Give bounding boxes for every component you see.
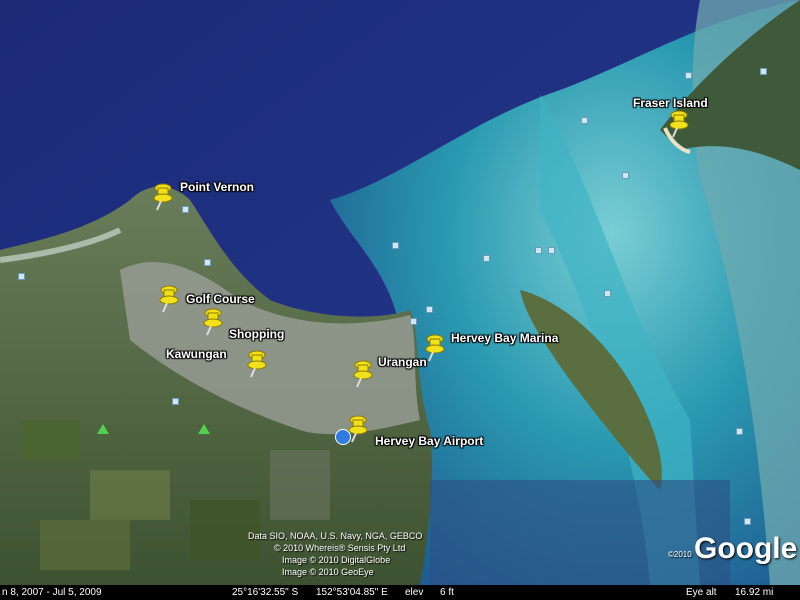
pushpin-icon[interactable] [152, 183, 174, 211]
park-icon [97, 424, 109, 434]
map-marker[interactable] [548, 247, 555, 254]
status-bar: n 8, 2007 - Jul 5, 2009 25°16'32.55" S 1… [0, 585, 800, 600]
pushpin-icon[interactable] [668, 110, 690, 138]
latitude-readout: 25°16'32.55" S [232, 587, 299, 598]
map-marker[interactable] [172, 398, 179, 405]
pushpin-icon[interactable] [246, 350, 268, 378]
map-marker[interactable] [736, 428, 743, 435]
map-marker[interactable] [744, 518, 751, 525]
pushpin-icon[interactable] [202, 308, 224, 336]
map-marker[interactable] [760, 68, 767, 75]
map-marker[interactable] [18, 273, 25, 280]
elevation-value: 6 ft [440, 587, 454, 598]
longitude-readout: 152°53'04.85" E [316, 587, 388, 598]
google-logo: Google [694, 532, 798, 565]
map-marker[interactable] [426, 306, 433, 313]
attribution-line: Data SIO, NOAA, U.S. Navy, NGA, GEBCO [248, 531, 423, 541]
pushpin-icon[interactable] [158, 285, 180, 313]
attribution-line: Image © 2010 GeoEye [282, 567, 374, 577]
map-attribution: Data SIO, NOAA, U.S. Navy, NGA, GEBCO © … [248, 530, 422, 578]
map-marker[interactable] [410, 318, 417, 325]
map-marker[interactable] [685, 72, 692, 79]
place-label-fraser-island[interactable]: Fraser Island [633, 96, 708, 110]
place-label-kawungan[interactable]: Kawungan [166, 347, 227, 361]
place-label-golf-course[interactable]: Golf Course [186, 292, 255, 306]
place-label-hervey-bay-airport[interactable]: Hervey Bay Airport [375, 434, 483, 448]
pushpin-icon[interactable] [424, 334, 446, 362]
eye-altitude-label: Eye alt [686, 587, 717, 598]
park-icon [198, 424, 210, 434]
place-label-shopping[interactable]: Shopping [229, 327, 284, 341]
attribution-line: Image © 2010 DigitalGlobe [282, 555, 391, 565]
map-marker[interactable] [581, 117, 588, 124]
attribution-line: © 2010 Whereis® Sensis Pty Ltd [274, 543, 406, 553]
place-label-urangan[interactable]: Urangan [378, 355, 427, 369]
elevation-label: elev [405, 587, 424, 598]
pushpin-icon[interactable] [347, 415, 369, 443]
map-marker[interactable] [204, 259, 211, 266]
imagery-date: n 8, 2007 - Jul 5, 2009 [2, 587, 102, 598]
logo-copyright: ©2010 [668, 550, 692, 559]
map-marker[interactable] [182, 206, 189, 213]
map-marker[interactable] [483, 255, 490, 262]
eye-altitude-value: 16.92 mi [735, 587, 774, 598]
pushpin-icon[interactable] [352, 360, 374, 388]
place-label-point-vernon[interactable]: Point Vernon [180, 180, 254, 194]
map-marker[interactable] [604, 290, 611, 297]
map-marker[interactable] [622, 172, 629, 179]
place-label-hervey-bay-marina[interactable]: Hervey Bay Marina [451, 331, 558, 345]
satellite-map[interactable] [0, 0, 800, 585]
map-marker[interactable] [535, 247, 542, 254]
map-marker[interactable] [392, 242, 399, 249]
